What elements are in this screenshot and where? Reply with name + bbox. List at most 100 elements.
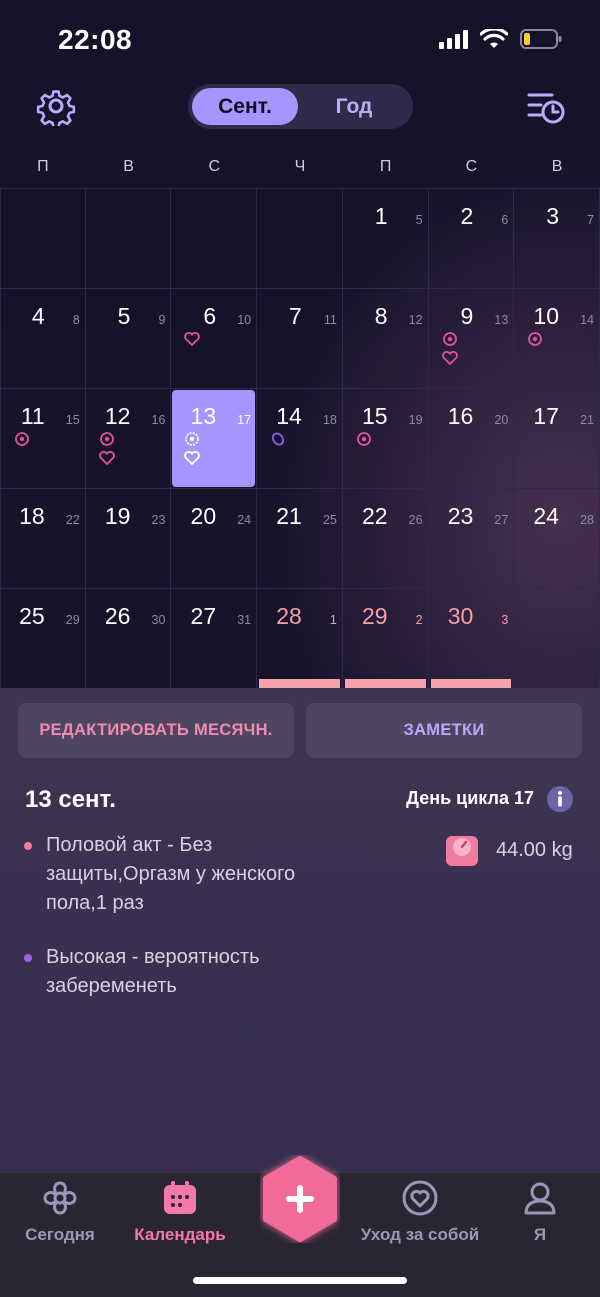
calendar-day-cell[interactable]: 14 18 (257, 388, 343, 488)
cycle-day-number: 26 (408, 513, 423, 527)
calendar-day-cell[interactable]: 25 29 (0, 588, 86, 688)
predicted-period-bar (259, 679, 340, 688)
calendar-day-cell[interactable]: 7 11 (257, 288, 343, 388)
calendar-day-cell[interactable]: 9 13 (428, 288, 515, 388)
calendar-day-cell[interactable]: 59 (85, 288, 172, 388)
cycle-day-number: 2 (415, 613, 423, 627)
tab-profile[interactable]: Я (480, 1173, 600, 1253)
heart-icon (184, 451, 201, 465)
calendar-day-cell[interactable]: 48 (0, 288, 86, 388)
calendar-day-cell[interactable]: 20 24 (171, 488, 258, 588)
calendar-day-cell[interactable]: 16 20 (428, 388, 515, 488)
calendar-day-cell[interactable]: 17 21 (514, 388, 600, 488)
day-markers (13, 431, 31, 447)
ovulation-icon (528, 332, 543, 346)
calendar-day-cell[interactable]: 29 2 (342, 588, 429, 688)
cycle-day-number: 12 (408, 313, 423, 327)
note-intercourse: Половой акт - Без защиты,Оргазм у женско… (46, 834, 296, 914)
note-bullet (24, 842, 32, 850)
day-number: 29 (361, 603, 388, 629)
tab-month[interactable]: Сент. (192, 88, 298, 125)
cycle-day-number: 30 (151, 613, 166, 627)
day-number: 17 (533, 403, 559, 429)
calendar-day-cell[interactable]: 6 10 (171, 288, 258, 388)
calendar-day-cell[interactable]: 15 (342, 188, 429, 288)
tab-selfcare[interactable]: Уход за собой (360, 1173, 480, 1253)
calendar-day-cell[interactable]: 11 15 (0, 388, 86, 488)
settings-button[interactable] (36, 86, 76, 129)
ovulation-icon (442, 332, 457, 346)
calendar-day-cell[interactable]: 30 3 (428, 588, 515, 688)
calendar-day-cell[interactable]: 13 17 (171, 388, 258, 488)
calendar-day-cell[interactable]: 27 31 (171, 588, 258, 688)
status-icons (438, 28, 562, 50)
edit-period-button[interactable]: РЕДАКТИРОВАТЬ МЕСЯЧН. (18, 703, 294, 758)
cycle-day-label: День цикла 17 (406, 788, 534, 808)
day-markers (183, 331, 201, 347)
calendar-screen: 22:08 Сент. Год П В С Ч П С В 1 5 2 6 3 … (0, 0, 600, 1297)
day-number: 18 (19, 503, 45, 529)
calendar-day-cell[interactable]: 28 1 (257, 588, 343, 688)
weekday-label: Ч (294, 158, 306, 175)
weekday-header: П В С Ч П С В (0, 158, 600, 178)
cycle-day-number: 9 (158, 313, 166, 327)
cycle-day-number: 5 (415, 213, 423, 227)
weight-value: 44.00 kg (496, 839, 573, 861)
cycle-day-number: 11 (323, 313, 337, 327)
day-number: 15 (361, 403, 388, 429)
calendar-day-cell[interactable]: 15 19 (342, 388, 429, 488)
ovulation-icon (356, 432, 371, 446)
egg-icon (272, 432, 285, 446)
cycle-day-number: 14 (580, 313, 594, 327)
calendar-day-cell[interactable]: 19 23 (85, 488, 172, 588)
day-markers (183, 431, 201, 466)
calendar-day-cell[interactable]: 12 16 (85, 388, 172, 488)
calendar-empty-cell (0, 188, 86, 288)
calendar-day-cell[interactable]: 24 28 (514, 488, 600, 588)
calendar-day-cell[interactable]: 21 25 (257, 488, 343, 588)
calendar-day-cell[interactable]: 37 (514, 188, 600, 288)
day-number: 24 (533, 503, 559, 529)
calendar-empty-cell (257, 188, 343, 288)
calendar-day-cell[interactable]: 26 30 (85, 588, 172, 688)
tab-year[interactable]: Год (300, 88, 408, 125)
day-number: 2 (460, 203, 474, 229)
status-bar: 22:08 (0, 0, 600, 80)
cycle-day-number: 28 (580, 513, 594, 527)
history-button[interactable] (526, 88, 566, 126)
cycle-day-number: 24 (237, 513, 252, 527)
cycle-day-number: 19 (408, 413, 423, 427)
cycle-day-number: 25 (322, 513, 337, 527)
calendar-day-cell[interactable]: 8 12 (342, 288, 429, 388)
flower-icon (43, 1181, 77, 1215)
plus-icon (263, 1156, 337, 1242)
calendar-day-cell[interactable]: 26 (428, 188, 515, 288)
calendar-grid: 1 5 2 6 3 7 4 8 5 9 6 10 7 11 8 12 9 13 10 14 11 15 12 16 13 17 14… (0, 188, 600, 688)
weekday-label: В (551, 158, 563, 175)
heart-icon (184, 332, 201, 346)
day-markers (269, 431, 287, 447)
notes-button[interactable]: ЗАМЕТКИ (306, 703, 582, 758)
cycle-day-number: 6 (501, 213, 509, 227)
cycle-day-number: 15 (65, 413, 80, 427)
day-number: 9 (460, 303, 474, 329)
calendar-day-cell[interactable]: 23 27 (428, 488, 515, 588)
tab-today[interactable]: Сегодня (0, 1173, 120, 1253)
tab-calendar[interactable]: Календарь (120, 1173, 240, 1253)
cycle-day-number: 31 (237, 613, 252, 627)
calendar-day-cell[interactable]: 22 26 (342, 488, 429, 588)
selected-date: 13 сент. (25, 786, 116, 813)
day-number: 25 (19, 603, 45, 629)
info-icon[interactable] (546, 785, 574, 813)
status-time: 22:08 (58, 24, 133, 55)
day-number: 27 (190, 603, 217, 629)
day-number: 11 (20, 403, 45, 429)
cycle-day-number: 29 (65, 613, 80, 627)
calendar-empty-cell (171, 188, 258, 288)
add-button[interactable] (260, 1155, 340, 1243)
ovulation-icon (15, 432, 29, 446)
day-number: 23 (447, 503, 474, 529)
calendar-day-cell[interactable]: 18 22 (0, 488, 86, 588)
calendar-day-cell[interactable]: 10 14 (514, 288, 600, 388)
weekday-label: В (123, 158, 134, 175)
